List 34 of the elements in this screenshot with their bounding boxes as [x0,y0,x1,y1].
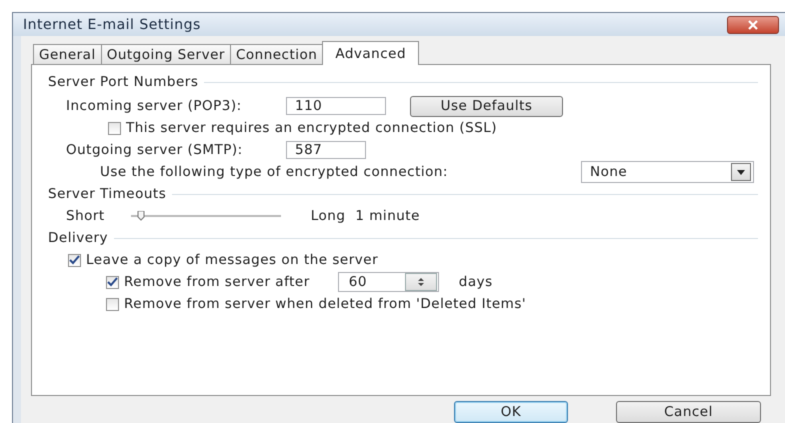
window-title: Internet E-mail Settings [23,16,201,32]
slider-thumb[interactable] [136,211,145,221]
close-button[interactable] [727,16,779,34]
checkbox-label[interactable]: Remove from server after [124,274,310,290]
timeout-reading: 1 minute [355,208,420,224]
slider-label: Short [66,208,105,224]
port-field[interactable]: 587 [286,141,366,159]
checkbox[interactable] [106,276,119,288]
dialog-button[interactable]: Cancel [616,401,761,423]
slider-label: Long [310,208,346,224]
unit-label: days [458,274,493,290]
close-icon[interactable] [747,20,759,30]
tab[interactable]: General [33,44,102,64]
spin-arrows-icon[interactable] [404,273,437,291]
port-field[interactable]: 110 [286,97,386,115]
section-title: Server Timeouts [48,186,166,202]
section-title: Server Port Numbers [48,74,198,90]
field-label: Use the following type of encrypted connection: [100,164,449,180]
use-defaults-button[interactable]: Use Defaults [410,96,563,116]
checkbox-label[interactable]: Remove from server when deleted from 'Deleted Items' [124,296,526,312]
tab[interactable]: Advanced [322,41,420,65]
field-label: Outgoing server (SMTP): [65,142,244,158]
tab[interactable]: Outgoing Server [100,44,231,64]
checkbox[interactable] [68,254,81,266]
section-title: Delivery [48,230,108,246]
field-label: Incoming server (POP3): [65,98,243,114]
checkbox[interactable] [106,298,119,310]
dialog-button[interactable]: OK [454,401,568,423]
checkbox[interactable] [108,122,121,134]
checkbox-label[interactable]: This server requires an encrypted connection (SSL) [126,120,498,136]
checkbox-label[interactable]: Leave a copy of messages on the server [86,252,378,268]
tab[interactable]: Connection [230,44,324,64]
days-spinner[interactable]: 60 [338,272,439,292]
encryption-dropdown[interactable]: None [581,161,754,183]
